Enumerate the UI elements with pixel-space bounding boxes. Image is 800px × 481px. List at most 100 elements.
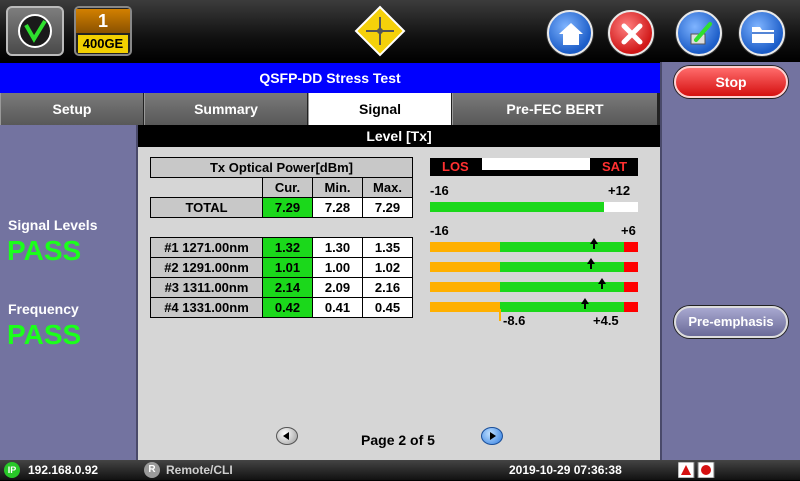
section-header: Level [Tx] (138, 125, 660, 147)
port-badge[interactable]: 1 400GE (74, 6, 132, 56)
min-value: 1.00 (312, 257, 363, 278)
current-value: 1.32 (262, 237, 313, 258)
gauge-ok-zone (499, 262, 624, 272)
lane-gauge (430, 262, 638, 272)
signal-levels-label: Signal Levels (8, 217, 98, 233)
table-row: #3 1311.00nm 2.14 2.09 2.16 (150, 277, 413, 298)
min-value: 7.28 (312, 197, 363, 218)
table-row: #2 1291.00nm 1.01 1.00 1.02 (150, 257, 413, 278)
current-level-marker-stem (592, 244, 595, 249)
remote-icon: R (144, 462, 160, 478)
los-sat-header: LOS SAT (430, 158, 638, 176)
current-level-marker-stem (584, 304, 587, 309)
max-value: 0.45 (362, 297, 413, 318)
close-button[interactable] (608, 10, 654, 56)
gauge-high-zone (623, 302, 638, 312)
signal-level-panel: Level [Tx] Tx Optical Power[dBm] Cur. Mi… (138, 125, 660, 460)
current-value: 1.01 (262, 257, 313, 278)
home-icon (559, 23, 583, 45)
stop-button[interactable]: Stop (674, 66, 788, 98)
arrow-right-icon (490, 432, 496, 440)
alarm-icon[interactable] (677, 461, 716, 479)
frequency-status: PASS (7, 319, 82, 350)
veex-logo-icon (18, 14, 52, 48)
max-value: 1.02 (362, 257, 413, 278)
los-sat-range (482, 158, 590, 170)
table-row-total: TOTAL 7.29 7.28 7.29 (150, 197, 413, 218)
signal-levels-status: PASS (7, 235, 82, 266)
status-bar: IP 192.168.0.92 R Remote/CLI 2019-10-29 … (0, 460, 800, 480)
tools-button[interactable] (676, 10, 722, 56)
total-gauge-min: -16 (430, 183, 449, 198)
lane-label: #1 1271.00nm (150, 237, 263, 258)
min-value: 2.09 (312, 277, 363, 298)
previous-page-button[interactable] (276, 427, 298, 445)
ip-icon: IP (4, 462, 20, 478)
current-value: 7.29 (262, 197, 313, 218)
next-page-button[interactable] (481, 427, 503, 445)
gauge-low-zone (430, 282, 500, 292)
frequency-label: Frequency (8, 301, 79, 317)
table-row: #1 1271.00nm 1.32 1.30 1.35 (150, 237, 413, 258)
close-icon (621, 23, 643, 45)
min-value: 0.41 (312, 297, 363, 318)
tab-summary[interactable]: Summary (144, 93, 308, 125)
pre-emphasis-button[interactable]: Pre-emphasis (674, 306, 788, 338)
tab-pre-fec-bert[interactable]: Pre-FEC BERT (452, 93, 658, 125)
gauge-high-zone (623, 282, 638, 292)
lane-gauge (430, 302, 638, 312)
folder-icon (752, 27, 774, 43)
tab-signal[interactable]: Signal (308, 93, 452, 125)
gauge-ok-zone (499, 242, 624, 252)
home-button[interactable] (547, 10, 593, 56)
action-panel: Stop Pre-emphasis (660, 62, 800, 460)
table-title: Tx Optical Power[dBm] (150, 157, 413, 178)
arrow-left-icon (283, 432, 289, 440)
status-panel: Signal Levels PASS Frequency PASS (0, 125, 138, 460)
total-power-fill (430, 202, 604, 212)
total-power-table: Tx Optical Power[dBm] Cur. Min. Max. TOT… (150, 157, 413, 218)
lane-power-table: #1 1271.00nm 1.32 1.30 1.35 #2 1291.00nm… (150, 237, 413, 318)
total-power-gauge (430, 202, 638, 212)
port-number: 1 (76, 9, 130, 33)
min-value: 1.30 (312, 237, 363, 258)
current-level-marker-stem (589, 264, 592, 269)
gauge-low-zone (430, 242, 500, 252)
test-start-icon[interactable] (354, 5, 406, 57)
max-value: 7.29 (362, 197, 413, 218)
lane-gauge (430, 242, 638, 252)
lane-label: #2 1291.00nm (150, 257, 263, 278)
current-value: 0.42 (262, 297, 313, 318)
files-button[interactable] (739, 10, 785, 56)
tab-bar: Setup Summary Signal Pre-FEC BERT (0, 93, 660, 125)
remote-status: Remote/CLI (166, 463, 233, 477)
port-rate: 400GE (78, 35, 128, 53)
gauge-low-zone (430, 262, 500, 272)
lower-threshold-marker (499, 309, 501, 321)
upper-threshold-label: +4.5 (593, 313, 619, 328)
column-header-cur: Cur. (262, 177, 313, 198)
lane-label: #4 1331.00nm (150, 297, 263, 318)
page-indicator: Page 2 of 5 (361, 432, 435, 448)
los-label: LOS (442, 159, 469, 174)
tools-icon (690, 22, 712, 45)
tab-setup[interactable]: Setup (0, 93, 144, 125)
lane-gauge-min: -16 (430, 223, 449, 238)
date-time: 2019-10-29 07:36:38 (509, 463, 622, 477)
current-value: 2.14 (262, 277, 313, 298)
total-gauge-max: +12 (608, 183, 631, 198)
sat-label: SAT (602, 159, 628, 174)
max-value: 1.35 (362, 237, 413, 258)
gauge-ok-zone (499, 302, 624, 312)
logo-menu-button[interactable] (6, 6, 64, 56)
gauge-high-zone (623, 242, 638, 252)
lane-gauge (430, 282, 638, 292)
column-header-max: Max. (362, 177, 413, 198)
top-toolbar: 1 400GE (0, 0, 800, 62)
gauge-low-zone (430, 302, 500, 312)
column-header-min: Min. (312, 177, 363, 198)
max-value: 2.16 (362, 277, 413, 298)
gauge-high-zone (623, 262, 638, 272)
row-label: TOTAL (150, 197, 263, 218)
lane-label: #3 1311.00nm (150, 277, 263, 298)
